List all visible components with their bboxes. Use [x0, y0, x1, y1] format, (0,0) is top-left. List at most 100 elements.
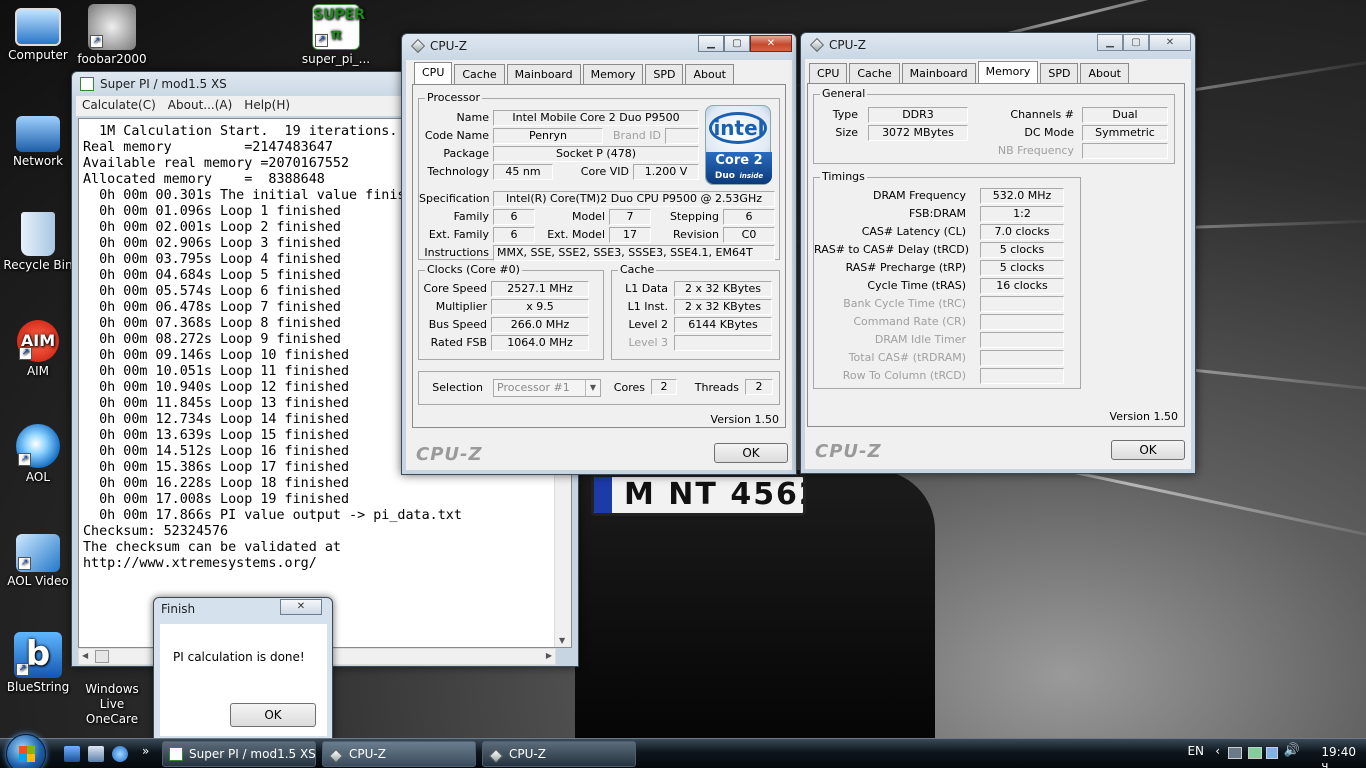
fsbdram-label: FSB:DRAM [908, 207, 966, 220]
scroll-thumb[interactable] [95, 650, 109, 663]
row-to-column-label: Row To Column (tRCD) [842, 369, 966, 382]
chevron-down-icon: ▼ [585, 380, 600, 396]
finish-dialog[interactable]: Finish ✕ PI calculation is done! OK [153, 597, 333, 741]
show-desktop-icon[interactable] [64, 746, 80, 762]
ok-button[interactable]: OK [230, 703, 316, 727]
tab-spd[interactable]: SPD [645, 64, 684, 84]
corevid-value: 1.200 V [633, 164, 699, 180]
internet-explorer-icon[interactable] [112, 746, 128, 762]
desktop-icon-network[interactable]: Network [0, 110, 76, 169]
tab-mainboard[interactable]: Mainboard [506, 64, 581, 84]
package-label: Package [443, 147, 489, 160]
cpuz-window-memory[interactable]: CPU-Z ▁ ▢ ✕ CPU Cache Mainboard Memory S… [800, 32, 1196, 474]
minimize-icon[interactable]: ▁ [698, 35, 724, 52]
desktop-icon-aim[interactable]: AIM ↗ AIM [0, 320, 76, 379]
menu-about[interactable]: About...(A) [162, 96, 239, 116]
cores-value: 2 [651, 379, 677, 395]
super-pi-icon: SUPER π ↗ [312, 4, 365, 50]
chevron-left-icon[interactable]: ‹ [1215, 744, 1220, 758]
maximize-icon[interactable]: ▢ [724, 35, 750, 52]
scroll-left-arrow-icon[interactable]: ◀ [82, 651, 88, 660]
l1inst-value: 2 x 32 KBytes [674, 299, 772, 315]
desktop-icon-aol-video[interactable]: ↗ AOL Video [0, 530, 76, 589]
desktop-icon-super-pi[interactable]: SUPER π ↗ super_pi_... [298, 4, 374, 67]
maximize-icon[interactable]: ▢ [1123, 34, 1149, 51]
tab-spd[interactable]: SPD [1040, 63, 1079, 83]
family-value: 6 [493, 209, 535, 225]
chevron-right-icon[interactable]: » [142, 744, 149, 758]
scroll-right-arrow-icon[interactable]: ▶ [546, 651, 552, 660]
corespeed-label: Core Speed [423, 282, 487, 295]
minimize-icon[interactable]: ▁ [1097, 34, 1123, 51]
l1data-value: 2 x 32 KBytes [674, 281, 772, 297]
selection-group: Selection Processor #1 ▼ Cores 2 Threads… [418, 371, 780, 405]
network-tray-icon[interactable] [1228, 747, 1242, 759]
trcd-label: RAS# to CAS# Delay (tRCD) [814, 243, 970, 256]
corespeed-value: 2527.1 MHz [491, 281, 589, 297]
tab-cpu[interactable]: CPU [414, 62, 453, 84]
output-line: The checksum can be validated at [83, 540, 341, 555]
desktop-icon-computer[interactable]: Computer [0, 4, 76, 63]
cores-label: Cores [613, 381, 645, 394]
tab-mainboard[interactable]: Mainboard [901, 63, 976, 83]
extfamily-value: 6 [493, 227, 535, 243]
tab-memory[interactable]: Memory [977, 61, 1039, 83]
switch-windows-icon[interactable] [88, 746, 104, 762]
desktop-icon-aol[interactable]: ↗ AOL [0, 424, 76, 485]
cpuz-icon [809, 37, 825, 53]
idle-label: DRAM Idle Timer [874, 333, 966, 346]
desktop-icon-recycle-bin[interactable]: Recycle Bin [0, 212, 76, 273]
extmodel-label: Ext. Model [547, 228, 605, 241]
super-pi-icon [169, 747, 183, 761]
tab-about[interactable]: About [1080, 63, 1129, 83]
tab-bar: CPU Cache Mainboard Memory SPD About [809, 61, 1131, 83]
tab-memory[interactable]: Memory [582, 64, 644, 84]
nbfreq-value [1082, 143, 1168, 159]
desktop-icon-label: Network [12, 154, 64, 168]
display-tray-icon[interactable] [1266, 747, 1278, 759]
task-cpuz-1[interactable]: CPU-Z [322, 741, 476, 767]
output-line: Checksum: 52324576 [83, 524, 229, 539]
dramfreq-value: 532.0 MHz [980, 188, 1064, 204]
package-value: Socket P (478) [493, 146, 699, 162]
trp-value: 5 clocks [980, 260, 1064, 276]
cr-value [980, 314, 1064, 330]
tab-about[interactable]: About [685, 64, 734, 84]
task-superpi[interactable]: Super PI / mod1.5 XS [162, 741, 316, 767]
clock[interactable]: 19:40 ч. [1321, 745, 1356, 768]
task-cpuz-2[interactable]: CPU-Z [482, 741, 636, 767]
cas-value: 7.0 clocks [980, 224, 1064, 240]
scroll-down-arrow-icon[interactable]: ▼ [559, 636, 565, 645]
tab-cache[interactable]: Cache [454, 64, 505, 84]
close-icon[interactable]: ✕ [1149, 34, 1191, 51]
ok-button[interactable]: OK [1111, 440, 1185, 460]
dcmode-label: DC Mode [1024, 126, 1074, 139]
volume-icon[interactable]: 🔊 [1284, 743, 1300, 758]
processor-select[interactable]: Processor #1 ▼ [493, 379, 601, 397]
revision-value: C0 [723, 227, 775, 243]
tab-cpu[interactable]: CPU [809, 63, 848, 83]
close-icon[interactable]: ✕ [750, 35, 792, 52]
desktop-icon-label: AOL Video [7, 574, 69, 588]
menu-help[interactable]: Help(H) [238, 96, 296, 116]
type-value: DDR3 [868, 107, 968, 123]
model-value: 7 [609, 209, 651, 225]
output-line: 0h 00m 17.866s PI value output -> pi_dat… [83, 508, 462, 523]
stepping-label: Stepping [669, 210, 719, 223]
tray-app-icon[interactable] [1248, 747, 1262, 759]
close-icon[interactable]: ✕ [280, 599, 322, 615]
tab-cache[interactable]: Cache [849, 63, 900, 83]
language-indicator[interactable]: EN [1187, 744, 1204, 758]
dcmode-value: Symmetric [1082, 125, 1168, 141]
start-button[interactable] [6, 734, 46, 768]
ok-button[interactable]: OK [714, 443, 788, 463]
group-label: Timings [820, 170, 867, 183]
group-label: Cache [618, 263, 657, 276]
desktop-icon-foobar2000[interactable]: ↗ foobar2000 [74, 4, 150, 67]
menu-calculate[interactable]: Calculate(C) [76, 96, 162, 116]
l1data-label: L1 Data [625, 282, 668, 295]
desktop-icon-bluestring[interactable]: b ↗ BlueString [0, 632, 76, 695]
cr-label: Command Rate (CR) [853, 315, 966, 328]
technology-label: Technology [427, 165, 489, 178]
cpuz-window-cpu[interactable]: CPU-Z ▁ ▢ ✕ CPU Cache Mainboard Memory S… [401, 33, 797, 475]
